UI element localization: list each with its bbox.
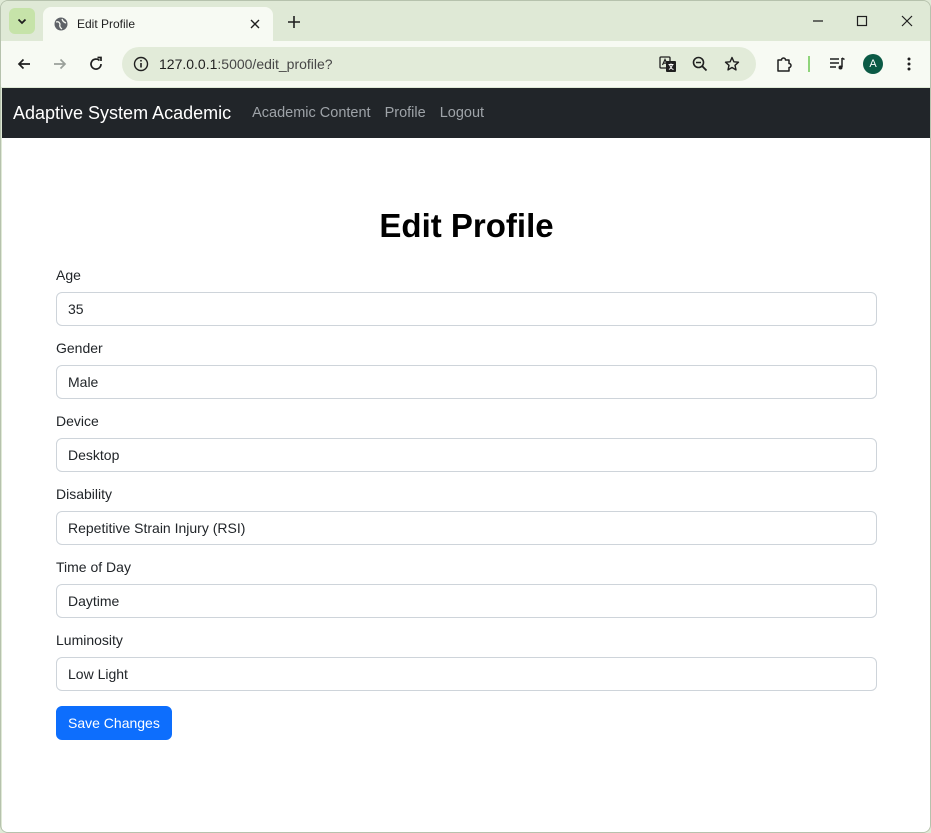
zoom-out-icon: [692, 56, 708, 72]
device-input[interactable]: [56, 438, 877, 472]
field-device: Device: [56, 410, 877, 472]
toolbar-separator: [808, 56, 810, 72]
close-icon: [250, 19, 260, 29]
field-luminosity: Luminosity: [56, 629, 877, 691]
bookmark-button[interactable]: [718, 50, 746, 78]
new-tab-button[interactable]: [283, 11, 305, 33]
url-path: :5000/edit_profile?: [217, 56, 333, 72]
page-title: Edit Profile: [379, 207, 554, 244]
device-label: Device: [56, 413, 99, 429]
tab-search-button[interactable]: [9, 8, 35, 34]
chevron-down-icon: [17, 18, 27, 25]
field-time-of-day: Time of Day: [56, 556, 877, 618]
field-disability: Disability: [56, 483, 877, 545]
age-label: Age: [56, 267, 81, 283]
gender-input[interactable]: [56, 365, 877, 399]
url-text: 127.0.0.1:5000/edit_profile?: [159, 56, 654, 72]
age-input[interactable]: [56, 292, 877, 326]
more-vertical-icon: [907, 57, 911, 71]
tab-strip: Edit Profile: [1, 1, 930, 41]
nav-link-academic-content[interactable]: Academic Content: [252, 105, 370, 121]
field-gender: Gender: [56, 337, 877, 399]
arrow-left-icon: [17, 58, 30, 70]
time-of-day-label: Time of Day: [56, 559, 131, 575]
reload-icon: [90, 56, 102, 70]
globe-icon: [54, 17, 68, 31]
maximize-icon: [856, 15, 868, 27]
extensions-button[interactable]: [770, 50, 798, 78]
form-fields: Age Gender Device Disability Time of Day: [56, 264, 877, 691]
media-queue-icon: [830, 57, 845, 70]
star-icon: [724, 56, 740, 71]
back-button[interactable]: [10, 50, 38, 78]
address-bar[interactable]: 127.0.0.1:5000/edit_profile?: [122, 47, 756, 81]
browser-menu-button[interactable]: [895, 50, 923, 78]
media-controls-button[interactable]: [823, 50, 851, 78]
web-page: Adaptive System Academic Academic Conten…: [2, 88, 930, 832]
navbar-brand[interactable]: Adaptive System Academic: [13, 103, 231, 124]
time-of-day-input[interactable]: [56, 584, 877, 618]
luminosity-input[interactable]: [56, 657, 877, 691]
arrow-right-icon: [54, 58, 67, 70]
url-host: 127.0.0.1: [159, 56, 218, 72]
field-age: Age: [56, 264, 877, 326]
luminosity-label: Luminosity: [56, 632, 123, 648]
site-info-button[interactable]: [132, 55, 150, 73]
site-navbar: Adaptive System Academic Academic Conten…: [2, 88, 930, 138]
translate-icon: [659, 56, 676, 72]
reload-button[interactable]: [82, 50, 110, 78]
nav-link-profile[interactable]: Profile: [385, 105, 426, 121]
minimize-button[interactable]: [798, 9, 838, 33]
gender-label: Gender: [56, 340, 103, 356]
disability-label: Disability: [56, 486, 113, 502]
disability-input[interactable]: [56, 511, 877, 545]
puzzle-icon: [777, 57, 792, 72]
tab-edit-profile[interactable]: Edit Profile: [43, 7, 273, 41]
edit-profile-form: Edit Profile Age Gender Device Disabilit…: [56, 138, 877, 740]
profile-avatar[interactable]: A: [863, 54, 883, 74]
nav-link-logout[interactable]: Logout: [440, 105, 484, 121]
browser-toolbar: 127.0.0.1:5000/edit_profile? A: [1, 41, 930, 87]
maximize-button[interactable]: [842, 9, 882, 33]
forward-button[interactable]: [46, 50, 74, 78]
plus-icon: [288, 16, 300, 28]
translate-button[interactable]: [654, 50, 682, 78]
browser-window: Edit Profile 127.0.0.1:5000/edit_profile…: [0, 0, 931, 833]
close-icon: [901, 15, 913, 27]
save-changes-button[interactable]: Save Changes: [56, 706, 172, 740]
tab-title: Edit Profile: [77, 17, 136, 31]
close-window-button[interactable]: [887, 9, 927, 33]
close-tab-button[interactable]: [247, 16, 263, 32]
info-icon: [133, 56, 149, 72]
minimize-icon: [813, 20, 823, 22]
zoom-button[interactable]: [686, 50, 714, 78]
